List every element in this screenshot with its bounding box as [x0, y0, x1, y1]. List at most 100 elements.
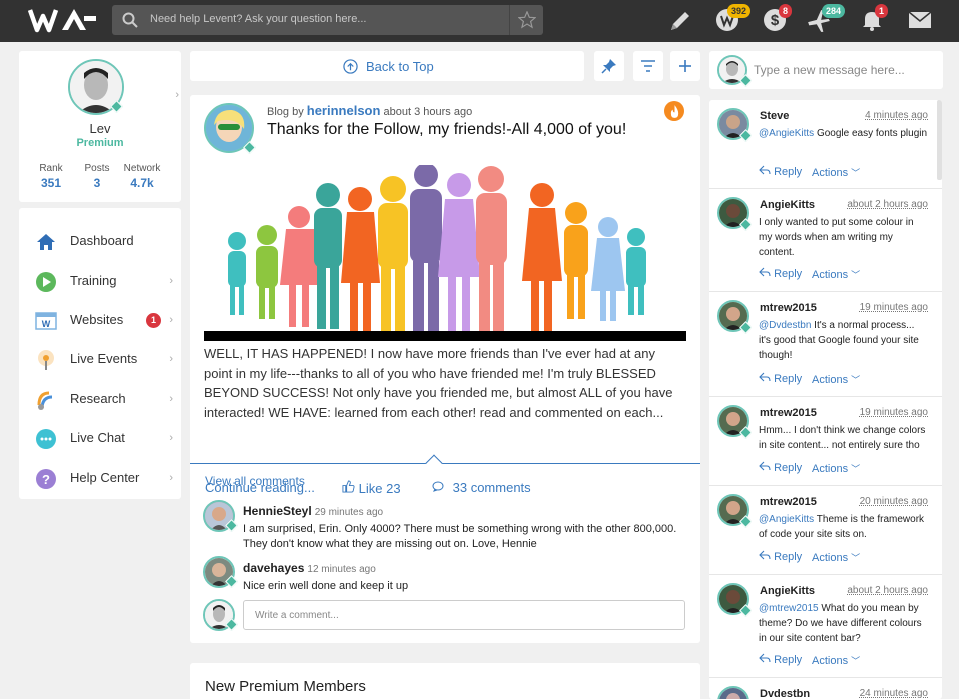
sidebar-item-help-center[interactable]: ? Help Center ›: [19, 458, 181, 497]
sidebar-item-websites[interactable]: W Websites 1 ›: [19, 300, 181, 339]
comment-author[interactable]: davehayes: [243, 561, 304, 575]
post-author-link[interactable]: herinnelson: [307, 103, 381, 118]
reply-label: Reply: [774, 462, 803, 474]
write-comment-input[interactable]: Write a comment...: [243, 600, 685, 630]
search-bar[interactable]: Need help Levent? Ask your question here…: [112, 5, 543, 35]
comment-text: Nice erin well done and keep it up: [243, 580, 409, 592]
stat-value: 351: [40, 176, 62, 190]
mail-icon[interactable]: [908, 11, 932, 29]
sidebar-item-live-events[interactable]: Live Events ›: [19, 339, 181, 378]
post-image[interactable]: [204, 165, 686, 341]
airplane-icon[interactable]: 284: [806, 4, 846, 34]
chat-mention[interactable]: @mtrew2015: [759, 603, 819, 614]
chat-feed: Steve 4 minutes ago @AngieKitts Google eas…: [709, 100, 942, 699]
chat-time: 4 minutes ago: [865, 110, 928, 121]
favorite-star-icon[interactable]: [509, 5, 543, 35]
stat-label: Network: [123, 163, 161, 174]
actions-label: Actions: [812, 655, 849, 667]
actions-dropdown[interactable]: Actions ﹀: [812, 373, 860, 386]
reply-arrow-icon: [759, 372, 771, 382]
bell-icon[interactable]: 1: [860, 4, 889, 34]
actions-label: Actions: [812, 463, 849, 475]
pencil-icon[interactable]: [668, 8, 692, 34]
comment-author[interactable]: HennieSteyl: [243, 504, 312, 518]
comment-count: 33 comments: [452, 480, 531, 495]
reply-button[interactable]: Reply: [759, 267, 802, 280]
stat-label: Rank: [39, 163, 63, 174]
sidebar-item-label: Websites: [70, 312, 124, 327]
reply-button[interactable]: Reply: [759, 550, 802, 563]
chat-message: mtrew2015 20 minutes ago @AngieKitts Theme…: [709, 486, 942, 575]
chat-time: 19 minutes ago: [859, 407, 928, 418]
add-post-button[interactable]: [670, 51, 700, 81]
post-excerpt: WELL, IT HAS HAPPENED! I now have more f…: [204, 346, 673, 420]
reply-button[interactable]: Reply: [759, 372, 802, 385]
profile-expand-chevron-icon[interactable]: ›: [175, 89, 179, 101]
chat-body: Hmm... I don't think we change colors in…: [759, 425, 926, 451]
svg-text:?: ?: [42, 472, 50, 487]
reply-label: Reply: [774, 373, 803, 385]
comments-toggle[interactable]: 33 comments: [432, 480, 531, 495]
websites-icon: W: [35, 312, 57, 330]
chat-message-input[interactable]: Type a new message here...: [754, 63, 905, 77]
actions-label: Actions: [812, 374, 849, 386]
write-comment-placeholder: Write a comment...: [255, 610, 339, 621]
reply-button[interactable]: Reply: [759, 165, 802, 178]
arrow-up-circle-icon: [343, 59, 358, 74]
chat-compose[interactable]: Type a new message here...: [709, 51, 943, 89]
chevron-down-icon: ﹀: [851, 168, 861, 178]
top-bar: Need help Levent? Ask your question here…: [0, 0, 959, 42]
comment-bubble-icon: [432, 481, 444, 492]
stat-rank[interactable]: Rank 351: [28, 163, 74, 190]
actions-dropdown[interactable]: Actions ﹀: [812, 654, 860, 667]
back-to-top-button[interactable]: Back to Top: [190, 51, 584, 81]
post-time: about 3 hours ago: [383, 106, 473, 118]
dollar-icon[interactable]: $ 8: [763, 4, 793, 34]
post-title[interactable]: Thanks for the Follow, my friends!-All 4…: [267, 121, 626, 139]
actions-dropdown[interactable]: Actions ﹀: [812, 166, 860, 179]
chat-avatar[interactable]: [717, 686, 749, 699]
chat-mention[interactable]: @AngieKitts: [759, 128, 814, 139]
search-input[interactable]: Need help Levent? Ask your question here…: [150, 13, 366, 25]
chat-icon: [36, 429, 56, 449]
chat-author[interactable]: AngieKitts: [760, 199, 815, 211]
sidebar-item-dashboard[interactable]: Dashboard: [19, 221, 181, 260]
filter-button[interactable]: [633, 51, 663, 81]
sidebar-item-label: Help Center: [70, 470, 140, 485]
chat-mention[interactable]: @AngieKitts: [759, 514, 814, 525]
chat-scrollbar[interactable]: [937, 100, 942, 180]
chat-mention[interactable]: @Dvdestbn: [759, 320, 811, 331]
stat-network[interactable]: Network 4.7k: [119, 163, 165, 190]
pin-button[interactable]: [594, 51, 624, 81]
svg-text:$: $: [771, 12, 780, 29]
actions-dropdown[interactable]: Actions ﹀: [812, 551, 860, 564]
chat-author[interactable]: mtrew2015: [760, 302, 817, 314]
actions-dropdown[interactable]: Actions ﹀: [812, 462, 860, 475]
wa-logo[interactable]: [28, 6, 98, 34]
chat-message: AngieKitts about 2 hours ago @mtrew2015 Wh…: [709, 575, 942, 678]
chat-author[interactable]: Dvdestbn: [760, 688, 810, 699]
sidebar-item-research[interactable]: Research ›: [19, 379, 181, 418]
view-all-comments-link[interactable]: View all comments: [205, 474, 305, 488]
chat-message: mtrew2015 19 minutes ago Hmm... I don't th…: [709, 397, 942, 486]
actions-label: Actions: [812, 552, 849, 564]
credits-icon[interactable]: 392: [715, 4, 751, 34]
chat-author[interactable]: AngieKitts: [760, 585, 815, 597]
actions-dropdown[interactable]: Actions ﹀: [812, 268, 860, 281]
reply-label: Reply: [774, 654, 803, 666]
like-button[interactable]: Like 23: [342, 480, 401, 496]
stat-posts[interactable]: Posts 3: [74, 163, 120, 190]
reply-button[interactable]: Reply: [759, 653, 802, 666]
chat-author[interactable]: Steve: [760, 110, 789, 122]
chat-author[interactable]: mtrew2015: [760, 407, 817, 419]
reply-button[interactable]: Reply: [759, 461, 802, 474]
sidebar-item-live-chat[interactable]: Live Chat ›: [19, 418, 181, 457]
comment-text: I am surprised, Erin. Only 4000? There m…: [243, 523, 677, 550]
chevron-right-icon: ›: [169, 432, 173, 444]
chat-author[interactable]: mtrew2015: [760, 496, 817, 508]
stat-label: Posts: [84, 163, 110, 174]
sidebar-item-training[interactable]: Training ›: [19, 261, 181, 300]
chat-body: I only wanted to put some colour in my w…: [759, 217, 914, 258]
sidebar-item-label: Live Chat: [70, 430, 125, 445]
chevron-down-icon: ﹀: [851, 270, 861, 280]
